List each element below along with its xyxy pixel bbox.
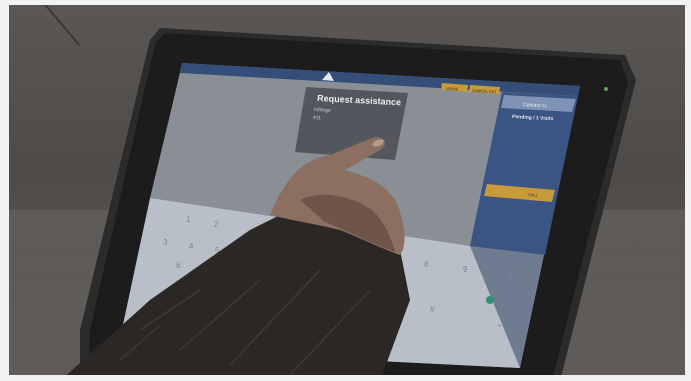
user-hand: [60, 137, 410, 381]
